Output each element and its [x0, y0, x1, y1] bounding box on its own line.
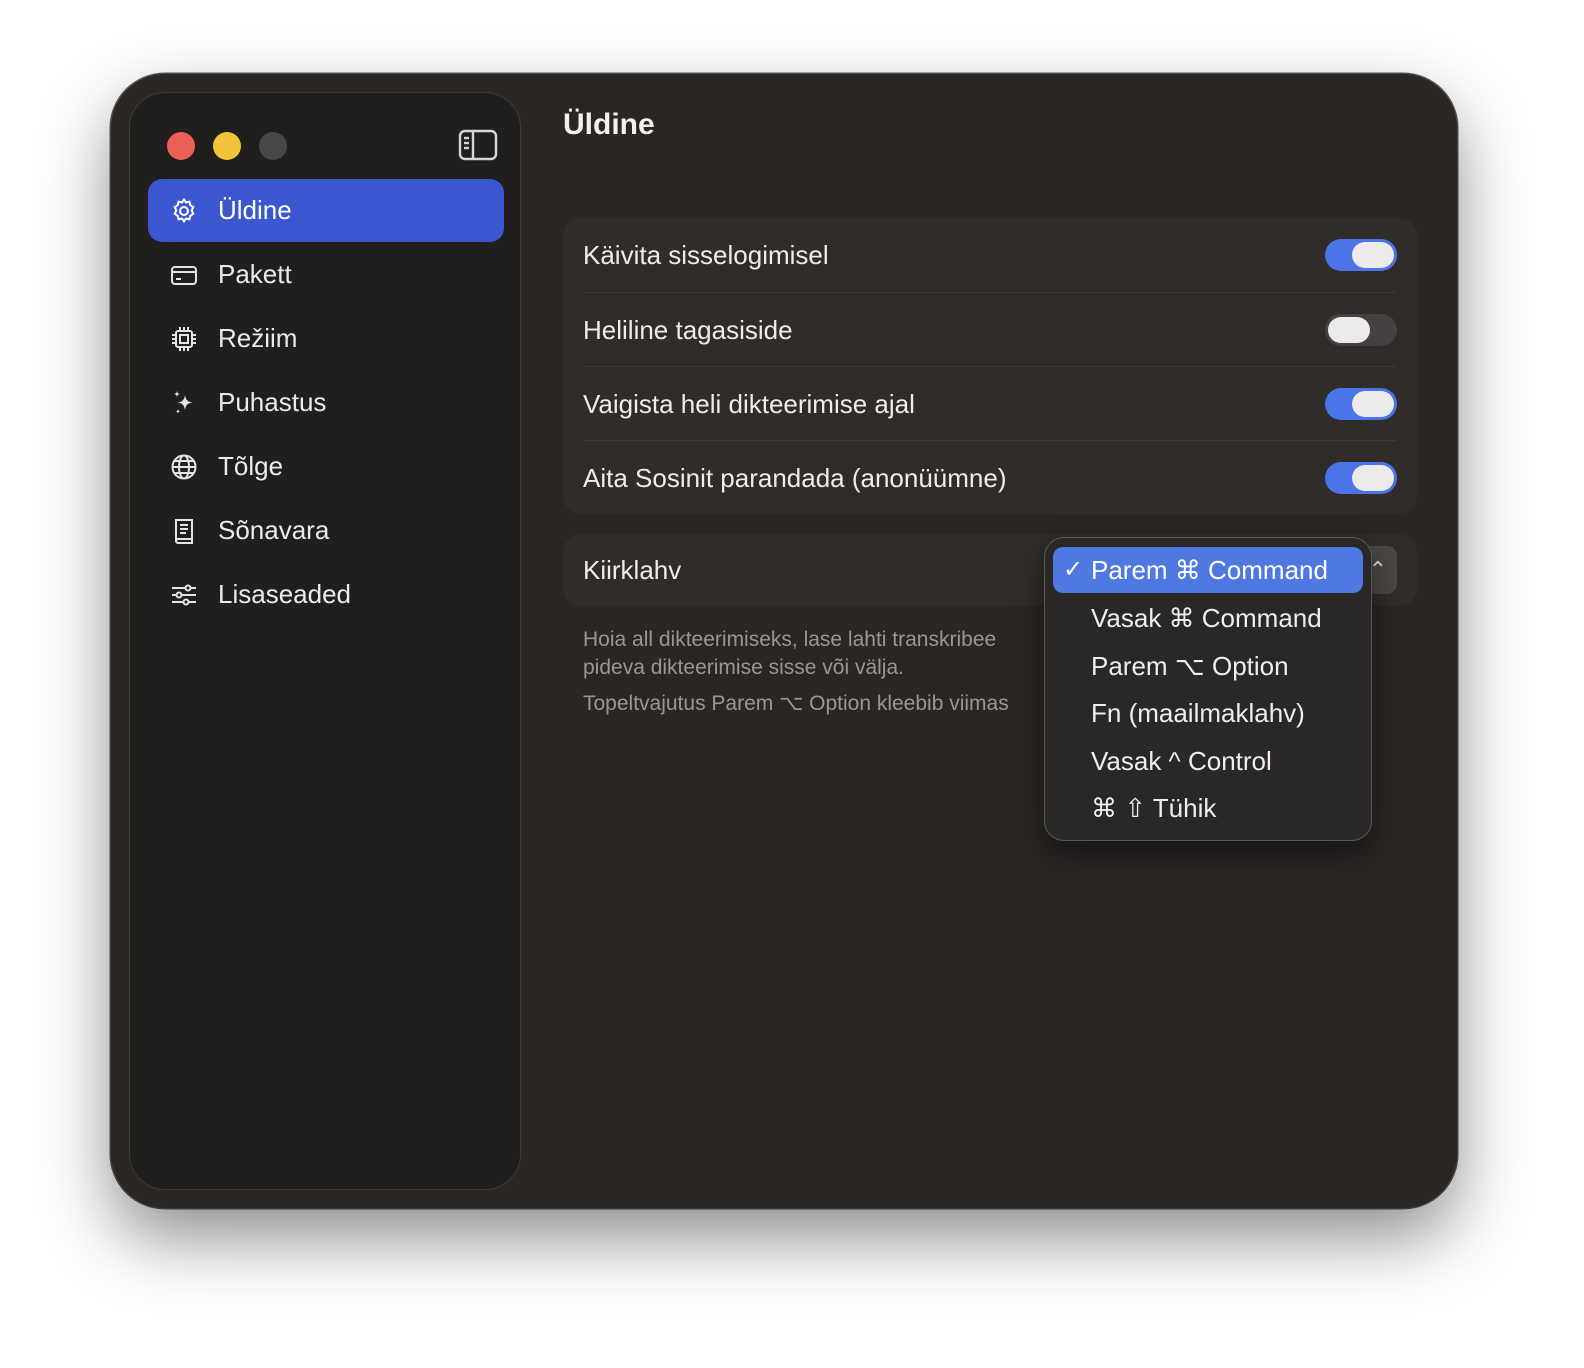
sidebar: Üldine Pakett Režiim Puhastus Tõlge Sõna…	[129, 92, 521, 1190]
minimize-button[interactable]	[213, 132, 241, 160]
help-line: Hoia all dikteerimiseks, lase lahti tran…	[583, 628, 997, 651]
credit-card-icon	[170, 261, 198, 289]
chip-icon	[170, 325, 198, 353]
toggle-settings-card: Käivita sisselogimisel Heliline tagasisi…	[563, 218, 1417, 514]
menu-option-label: Fn (maailmaklahv)	[1091, 698, 1305, 728]
sidebar-item-label: Pakett	[218, 259, 292, 289]
menu-option-label: Vasak ^ Control	[1091, 746, 1272, 776]
launch-at-login-toggle[interactable]	[1325, 239, 1397, 271]
hotkey-label: Kiirklahv	[583, 555, 682, 585]
sidebar-item-label: Režiim	[218, 323, 298, 353]
menu-option-right-command[interactable]: ✓ Parem ⌘ Command	[1053, 547, 1363, 593]
sliders-icon	[170, 581, 198, 609]
sidebar-item-label: Puhastus	[218, 387, 327, 417]
hotkey-help-text: Hoia all dikteerimiseks, lase lahti tran…	[583, 626, 1053, 718]
gear-icon	[170, 197, 198, 225]
sparkles-icon	[170, 389, 198, 417]
sound-feedback-toggle[interactable]	[1325, 314, 1397, 346]
menu-option-label: ⌘ ⇧ Tühik	[1091, 793, 1217, 823]
setting-label: Vaigista heli dikteerimise ajal	[583, 388, 915, 419]
setting-label: Käivita sisselogimisel	[583, 239, 829, 270]
help-line: pideva dikteerimise sisse või välja.	[583, 656, 904, 679]
setting-label: Heliline tagasiside	[583, 314, 793, 345]
menu-option-left-command[interactable]: Vasak ⌘ Command	[1053, 595, 1363, 641]
sidebar-item-label: Sõnavara	[218, 515, 330, 545]
menu-option-fn[interactable]: Fn (maailmaklahv)	[1053, 690, 1363, 736]
sidebar-item-pakett[interactable]: Pakett	[148, 243, 504, 306]
sidebar-item-label: Lisaseaded	[218, 579, 351, 609]
page-title: Üldine	[563, 108, 655, 141]
globe-icon	[170, 453, 198, 481]
sidebar-item-sonavara[interactable]: Sõnavara	[148, 499, 504, 562]
hotkey-dropdown-menu: ✓ Parem ⌘ Command Vasak ⌘ Command Parem …	[1044, 537, 1372, 841]
setting-row-sound-feedback: Heliline tagasiside	[583, 292, 1397, 367]
sidebar-nav: Üldine Pakett Režiim Puhastus Tõlge Sõna…	[148, 179, 504, 627]
menu-option-label: Parem ⌘ Command	[1091, 555, 1328, 585]
sidebar-item-label: Tõlge	[218, 451, 284, 481]
menu-option-cmd-shift-space[interactable]: ⌘ ⇧ Tühik	[1053, 785, 1363, 831]
help-improve-toggle[interactable]	[1325, 462, 1397, 494]
setting-row-help-improve: Aita Sosinit parandada (anonüümne)	[583, 440, 1397, 515]
menu-option-label: Parem ⌥ Option	[1091, 651, 1289, 681]
sidebar-item-uldine[interactable]: Üldine	[148, 179, 504, 242]
help-line: Topeltvajutus Parem ⌥ Option kleebib vii…	[583, 692, 1009, 715]
setting-row-mute-while-dictating: Vaigista heli dikteerimise ajal	[583, 366, 1397, 441]
checkmark-icon: ✓	[1063, 556, 1084, 583]
setting-label: Aita Sosinit parandada (anonüümne)	[583, 462, 1007, 493]
sidebar-item-puhastus[interactable]: Puhastus	[148, 371, 504, 434]
menu-option-label: Vasak ⌘ Command	[1091, 603, 1322, 633]
sidebar-item-lisaseaded[interactable]: Lisaseaded	[148, 563, 504, 626]
book-icon	[170, 517, 198, 545]
sidebar-item-reziim[interactable]: Režiim	[148, 307, 504, 370]
sidebar-item-tolge[interactable]: Tõlge	[148, 435, 504, 498]
zoom-button[interactable]	[259, 132, 287, 160]
settings-window: Üldine Pakett Režiim Puhastus Tõlge Sõna…	[111, 74, 1457, 1208]
sidebar-toggle-icon[interactable]	[458, 129, 498, 161]
sidebar-item-label: Üldine	[218, 195, 292, 225]
close-button[interactable]	[167, 132, 195, 160]
setting-row-launch-at-login: Käivita sisselogimisel	[583, 218, 1397, 292]
menu-option-right-option[interactable]: Parem ⌥ Option	[1053, 643, 1363, 689]
menu-option-left-control[interactable]: Vasak ^ Control	[1053, 738, 1363, 784]
mute-while-dictating-toggle[interactable]	[1325, 388, 1397, 420]
